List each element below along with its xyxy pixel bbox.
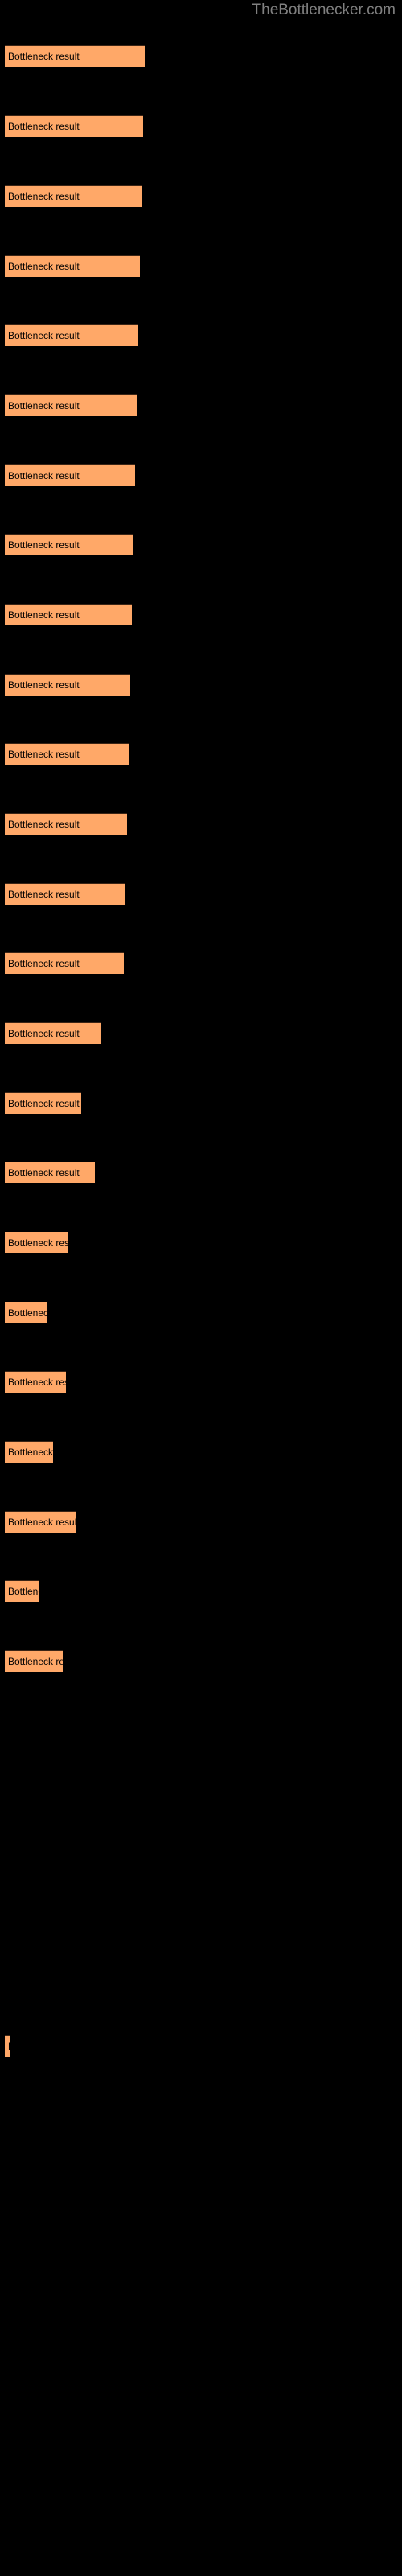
bar-label: Bottleneck result bbox=[8, 51, 80, 62]
bar[interactable]: Bottleneck result bbox=[5, 1580, 39, 1602]
bar-label: Bottleneck result bbox=[8, 1098, 80, 1109]
bar[interactable]: Bottleneck result bbox=[5, 1092, 81, 1114]
bar-label: Bottleneck result bbox=[8, 261, 80, 272]
bar[interactable]: Bottleneck result bbox=[5, 1302, 47, 1323]
bar-label: Bottleneck result bbox=[8, 1586, 39, 1597]
bar[interactable]: Bottleneck result bbox=[5, 1650, 63, 1672]
bar[interactable]: Bottleneck result bbox=[5, 1022, 101, 1044]
bar[interactable]: Bottleneck result bbox=[5, 1441, 53, 1463]
bar[interactable]: Bottleneck result bbox=[5, 185, 142, 207]
bar[interactable]: Bottleneck result bbox=[5, 1162, 95, 1183]
bar-row: Bottleneck result bbox=[0, 45, 402, 67]
bar-label: Bottleneck result bbox=[8, 539, 80, 551]
bar-label: Bottleneck result bbox=[8, 1237, 68, 1249]
bar[interactable]: Bottleneck result bbox=[5, 1371, 66, 1393]
bar-label: Bottleneck result bbox=[8, 679, 80, 691]
bar-row: Bottleneck result bbox=[0, 1162, 402, 1183]
bar-label: Bottleneck result bbox=[8, 2041, 10, 2052]
bar-label: Bottleneck result bbox=[8, 749, 80, 760]
bar[interactable]: Bottleneck result bbox=[5, 324, 138, 346]
bar-row: Bottleneck result bbox=[0, 952, 402, 974]
bar-label: Bottleneck result bbox=[8, 330, 80, 341]
bar-row: Bottleneck result bbox=[0, 1302, 402, 1323]
bar[interactable]: Bottleneck result bbox=[5, 115, 143, 137]
bar-label: Bottleneck result bbox=[8, 609, 80, 621]
bar[interactable]: Bottleneck result bbox=[5, 813, 127, 835]
bar-row: Bottleneck result bbox=[0, 1441, 402, 1463]
bar-label: Bottleneck result bbox=[8, 1517, 76, 1528]
bar-row: Bottleneck result bbox=[0, 2035, 402, 2057]
bar-row: Bottleneck result bbox=[0, 115, 402, 137]
bar[interactable]: Bottleneck result bbox=[5, 534, 133, 555]
bar[interactable]: Bottleneck result bbox=[5, 1232, 68, 1253]
bar-label: Bottleneck result bbox=[8, 1307, 47, 1319]
bar-label: Bottleneck result bbox=[8, 1656, 63, 1667]
bar-label: Bottleneck result bbox=[8, 1447, 53, 1458]
bar-row: Bottleneck result bbox=[0, 534, 402, 555]
bar-row: Bottleneck result bbox=[0, 1092, 402, 1114]
bar-row: Bottleneck result bbox=[0, 464, 402, 486]
bar[interactable]: Bottleneck result bbox=[5, 394, 137, 416]
bar-label: Bottleneck result bbox=[8, 819, 80, 830]
bar[interactable]: Bottleneck result bbox=[5, 952, 124, 974]
bar-label: Bottleneck result bbox=[8, 889, 80, 900]
bar-row: Bottleneck result bbox=[0, 255, 402, 277]
bar-label: Bottleneck result bbox=[8, 400, 80, 411]
bar-label: Bottleneck result bbox=[8, 121, 80, 132]
bar-label: Bottleneck result bbox=[8, 1377, 66, 1388]
bar-row: Bottleneck result bbox=[0, 324, 402, 346]
bar[interactable]: Bottleneck result bbox=[5, 45, 145, 67]
bar[interactable]: Bottleneck result bbox=[5, 255, 140, 277]
bottleneck-chart-page: TheBottlenecker.com Bottleneck result Bot… bbox=[0, 0, 402, 2576]
bar-row: Bottleneck result bbox=[0, 1371, 402, 1393]
bar-row: Bottleneck result bbox=[0, 813, 402, 835]
bar-label: Bottleneck result bbox=[8, 470, 80, 481]
bar[interactable]: Bottleneck result bbox=[5, 464, 135, 486]
bar[interactable]: Bottleneck result bbox=[5, 2035, 10, 2057]
bar[interactable]: Bottleneck result bbox=[5, 883, 125, 905]
bar-label: Bottleneck result bbox=[8, 1167, 80, 1179]
bar-row: Bottleneck result bbox=[0, 394, 402, 416]
bar-row: Bottleneck result bbox=[0, 1580, 402, 1602]
bar-row: Bottleneck result bbox=[0, 743, 402, 765]
bar-label: Bottleneck result bbox=[8, 1028, 80, 1039]
bar-row: Bottleneck result bbox=[0, 1511, 402, 1533]
bar-row: Bottleneck result bbox=[0, 1232, 402, 1253]
bar[interactable]: Bottleneck result bbox=[5, 743, 129, 765]
bar-label: Bottleneck result bbox=[8, 191, 80, 202]
bar-row: Bottleneck result bbox=[0, 1022, 402, 1044]
bar-row: Bottleneck result bbox=[0, 185, 402, 207]
bar-row: Bottleneck result bbox=[0, 674, 402, 696]
bar-row: Bottleneck result bbox=[0, 1650, 402, 1672]
bar-row: Bottleneck result bbox=[0, 604, 402, 625]
bar[interactable]: Bottleneck result bbox=[5, 604, 132, 625]
site-title: TheBottlenecker.com bbox=[252, 2, 396, 19]
bar-label: Bottleneck result bbox=[8, 958, 80, 969]
bar[interactable]: Bottleneck result bbox=[5, 1511, 76, 1533]
bar-row: Bottleneck result bbox=[0, 883, 402, 905]
bar[interactable]: Bottleneck result bbox=[5, 674, 130, 696]
